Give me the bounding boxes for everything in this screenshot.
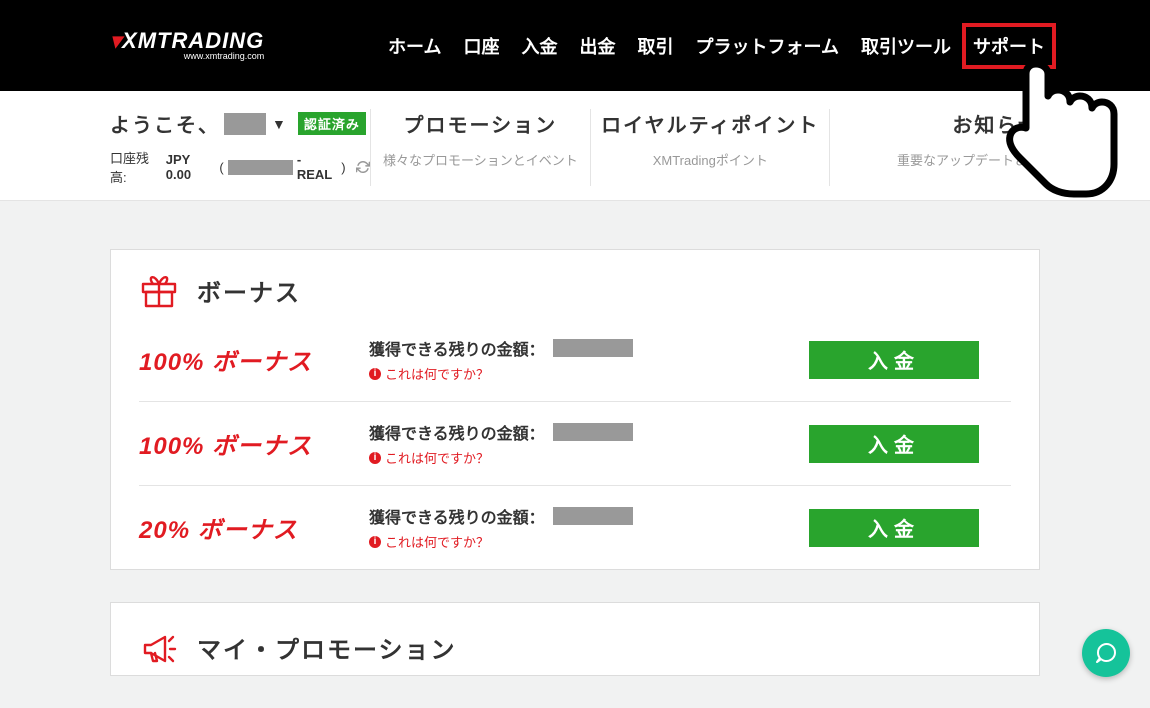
remaining-label: 獲得できる残りの金額： (369, 336, 545, 360)
remaining-label: 獲得できる残りの金額： (369, 420, 545, 444)
megaphone-icon (139, 627, 179, 667)
bonus-name: 20% ボーナス (139, 510, 369, 545)
nav-support[interactable]: サポート (966, 27, 1052, 65)
bonus-row: 100% ボーナス 獲得できる残りの金額： iこれは何ですか？ 入金 (111, 318, 1039, 401)
account-id-redacted (228, 160, 293, 175)
logo-text-b: TRADING (157, 28, 264, 53)
bonus-row: 20% ボーナス 獲得できる残りの金額： iこれは何ですか？ 入金 (139, 485, 1011, 569)
what-is-this-link[interactable]: iこれは何ですか？ (369, 532, 489, 551)
nav-deposit[interactable]: 入金 (515, 27, 565, 65)
bonus-panel: ボーナス 100% ボーナス 獲得できる残りの金額： iこれは何ですか？ 入金 … (110, 249, 1040, 570)
bonus-row: 100% ボーナス 獲得できる残りの金額： iこれは何ですか？ 入金 (139, 401, 1011, 485)
bonus-title: ボーナス (197, 273, 301, 308)
remaining-amount-redacted (553, 423, 633, 441)
subtab-loyalty[interactable]: ロイヤルティポイント XMTradingポイント (590, 109, 829, 186)
nav-home[interactable]: ホーム (381, 27, 448, 65)
chat-icon (1094, 641, 1118, 665)
welcome-prefix: ようこそ、 (110, 109, 220, 138)
logo-tagline: www.xmtrading.com (110, 52, 264, 60)
promo-title: マイ・プロモーション (197, 630, 457, 665)
nav-account[interactable]: 口座 (457, 27, 507, 65)
gift-icon (139, 270, 179, 310)
my-promotion-panel: マイ・プロモーション (110, 602, 1040, 676)
nav-trade[interactable]: 取引 (631, 27, 681, 65)
info-icon: i (369, 452, 381, 464)
deposit-button[interactable]: 入金 (809, 509, 979, 547)
top-header: ▾XMTRADING www.xmtrading.com ホーム 口座 入金 出… (0, 0, 1150, 91)
nav-platform[interactable]: プラットフォーム (689, 27, 846, 65)
bonus-name: 100% ボーナス (139, 342, 369, 377)
remaining-amount-redacted (553, 507, 633, 525)
deposit-button[interactable]: 入金 (809, 341, 979, 379)
chevron-down-icon[interactable]: ▼ (272, 116, 288, 132)
bonus-name: 100% ボーナス (139, 426, 369, 461)
info-icon: i (369, 536, 381, 548)
balance-amount: JPY 0.00 (166, 152, 216, 182)
sub-header: ようこそ、 ▼ 認証済み 口座残高: JPY 0.00 ( - REAL) プロ… (0, 91, 1150, 201)
verified-badge: 認証済み (298, 112, 366, 135)
main-nav: ホーム 口座 入金 出金 取引 プラットフォーム 取引ツール サポート (381, 27, 1052, 65)
remaining-amount-redacted (553, 339, 633, 357)
refresh-icon[interactable] (356, 160, 370, 174)
balance-label: 口座残高: (110, 148, 162, 186)
nav-tools[interactable]: 取引ツール (854, 27, 958, 65)
logo-text-a: XM (122, 28, 157, 53)
chat-bubble-button[interactable] (1082, 629, 1130, 677)
subtab-news[interactable]: お知らせ 重要なアップデート＆リ (829, 109, 1040, 186)
deposit-button[interactable]: 入金 (809, 425, 979, 463)
remaining-label: 獲得できる残りの金額： (369, 504, 545, 528)
info-icon: i (369, 368, 381, 380)
username-redacted (224, 113, 266, 135)
what-is-this-link[interactable]: iこれは何ですか？ (369, 364, 489, 383)
what-is-this-link[interactable]: iこれは何ですか？ (369, 448, 489, 467)
logo[interactable]: ▾XMTRADING www.xmtrading.com (110, 31, 264, 61)
subtab-promotion[interactable]: プロモーション 様々なプロモーションとイベント (370, 109, 591, 186)
nav-withdraw[interactable]: 出金 (573, 27, 623, 65)
